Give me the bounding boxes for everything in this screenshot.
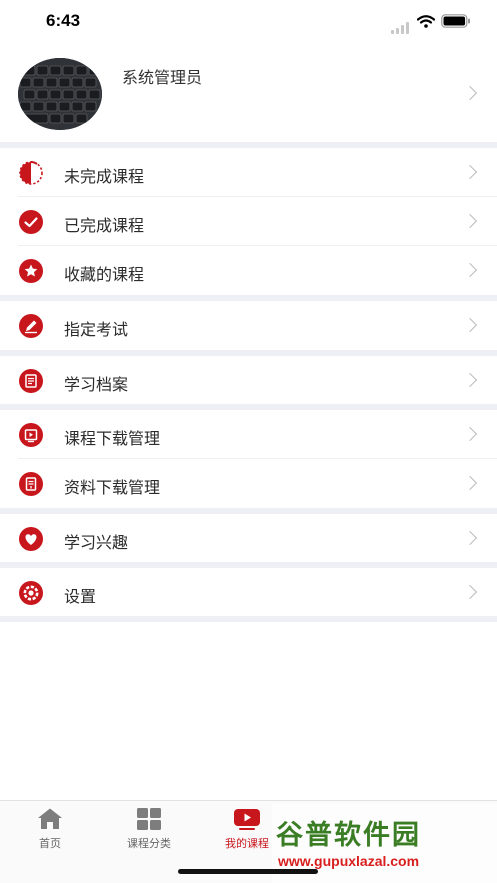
menu-item-label: 课程下载管理: [64, 429, 161, 448]
chevron-right-icon: [462, 372, 478, 388]
file-download-icon: [19, 472, 43, 496]
menu-item-course-download[interactable]: 课程下载管理: [0, 410, 497, 459]
chevron-right-icon: [462, 530, 478, 546]
document-icon: [19, 369, 43, 393]
status-icons: [391, 14, 471, 34]
grid-icon: [137, 808, 161, 830]
menu-item-material-download[interactable]: 资料下载管理: [0, 459, 497, 508]
home-icon: [38, 808, 62, 829]
menu-item-settings[interactable]: 设置: [0, 568, 497, 617]
avatar[interactable]: [18, 58, 102, 130]
half-circle-icon: [19, 161, 43, 185]
watermark-title: 谷普软件园: [276, 820, 421, 851]
chevron-right-icon: [462, 317, 478, 333]
tab-category[interactable]: 课程分类: [104, 807, 194, 851]
profile-name: 系统管理员: [122, 68, 203, 87]
wifi-icon: [417, 14, 435, 28]
chevron-right-icon: [462, 213, 478, 229]
chevron-right-icon: [462, 262, 478, 278]
chevron-right-icon: [462, 426, 478, 442]
menu-item-label: 学习兴趣: [64, 533, 129, 552]
video-download-icon: [19, 423, 43, 447]
menu-item-exams[interactable]: 指定考试: [0, 301, 497, 350]
menu-item-label: 学习档案: [64, 375, 129, 394]
chevron-right-icon: [462, 584, 478, 600]
menu-item-label: 资料下载管理: [64, 478, 161, 497]
chevron-right-icon: [462, 85, 478, 101]
menu-item-label: 指定考试: [64, 320, 129, 339]
check-circle-icon: [19, 210, 43, 234]
watermark-url: www.gupuxlazal.com: [278, 853, 420, 869]
profile-row[interactable]: 系统管理员: [0, 48, 497, 142]
home-indicator: [178, 869, 318, 874]
status-time: 6:43: [46, 11, 81, 30]
tab-home[interactable]: 首页: [5, 807, 95, 851]
status-bar: 6:43: [0, 0, 497, 44]
menu-item-label: 设置: [64, 587, 97, 606]
menu-item-unfinished[interactable]: 未完成课程: [0, 148, 497, 197]
chevron-right-icon: [462, 164, 478, 180]
menu-item-label: 已完成课程: [64, 216, 145, 235]
tab-label: 首页: [39, 837, 61, 850]
menu-item-label: 未完成课程: [64, 167, 145, 186]
pencil-circle-icon: [19, 314, 43, 338]
menu-item-finished[interactable]: 已完成课程: [0, 197, 497, 246]
menu-item-label: 收藏的课程: [64, 265, 145, 284]
battery-icon: [441, 14, 470, 28]
tab-label: 课程分类: [127, 837, 171, 850]
menu-item-favorites[interactable]: 收藏的课程: [0, 246, 497, 295]
chevron-right-icon: [462, 475, 478, 491]
signal-icon: [391, 15, 411, 34]
play-video-icon: [234, 809, 260, 830]
gear-icon: [19, 581, 43, 605]
star-circle-icon: [19, 259, 43, 283]
heart-icon: [19, 527, 43, 551]
section-separator: [0, 616, 497, 622]
menu-item-archive[interactable]: 学习档案: [0, 356, 497, 405]
menu-item-interest[interactable]: 学习兴趣: [0, 514, 497, 563]
